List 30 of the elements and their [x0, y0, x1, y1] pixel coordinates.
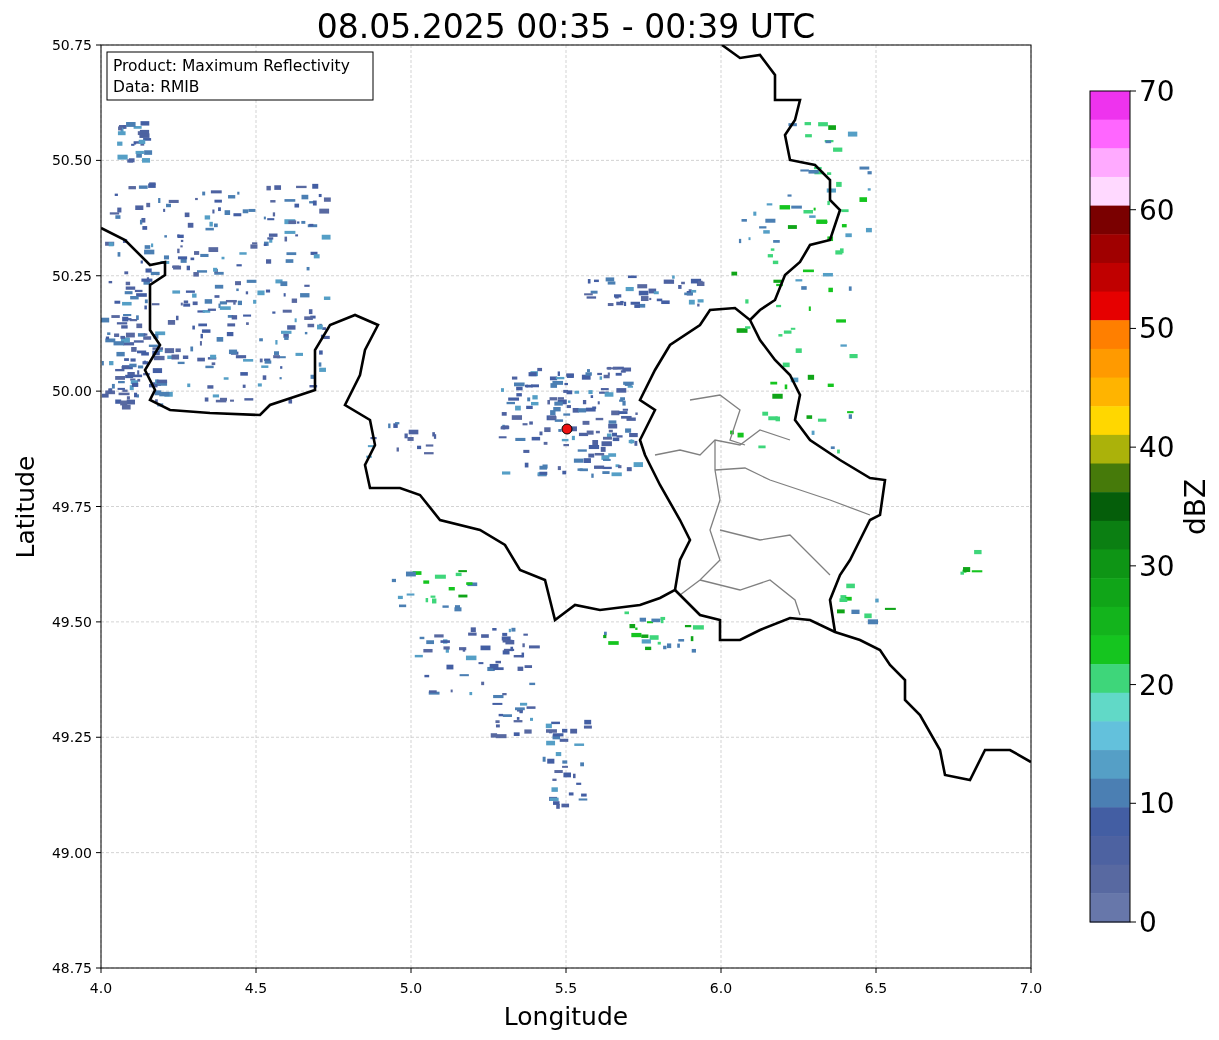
x-tick-label: 5.5: [554, 980, 578, 996]
colorbar-tick-label: 70: [1139, 75, 1175, 108]
y-tick-label: 50.75: [51, 37, 92, 53]
y-tick-label: 49.50: [51, 613, 92, 630]
colorbar-tick-label: 40: [1139, 431, 1175, 465]
x-tick-label: 4.5: [244, 980, 268, 996]
colorbar-label: dBZ: [1179, 478, 1212, 536]
y-tick-label: 49.00: [51, 844, 92, 861]
colorbar-tick-label: 0: [1139, 906, 1157, 939]
colorbar-tick-label: 30: [1139, 549, 1175, 583]
chart-title: 08.05.2025 00:35 - 00:39 UTC: [316, 7, 816, 46]
x-axis-label: Longitude: [503, 1002, 629, 1031]
x-tick-label: 6.0: [709, 980, 733, 996]
y-tick-label: 50.50: [51, 152, 92, 169]
colorbar-tick-label: 10: [1139, 787, 1175, 821]
legend-text: Data: RMIB: [113, 78, 200, 96]
x-tick-label: 7.0: [1019, 980, 1043, 996]
y-tick-label: 50.00: [51, 383, 92, 400]
y-tick-label: 49.75: [51, 498, 92, 515]
y-tick-label: 49.25: [51, 729, 92, 746]
x-tick-label: 6.5: [864, 980, 888, 996]
x-tick-label: 4.0: [89, 980, 113, 996]
y-axis-label: Latitude: [11, 455, 40, 559]
legend-text: Product: Maximum Reflectivity: [113, 57, 350, 75]
colorbar-tick-label: 50: [1139, 312, 1175, 346]
colorbar-tick-label: 60: [1139, 193, 1175, 227]
colorbar-tick-label: 20: [1139, 668, 1175, 702]
y-tick-label: 48.75: [51, 960, 92, 976]
y-tick-label: 50.25: [51, 267, 92, 284]
x-tick-label: 5.0: [399, 980, 423, 996]
